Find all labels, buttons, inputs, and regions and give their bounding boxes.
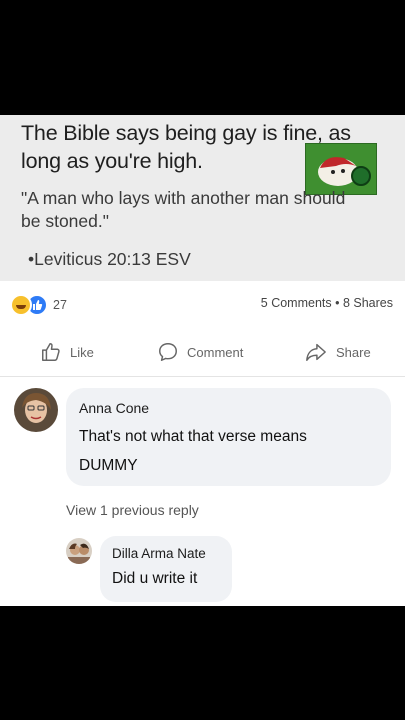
reply-text: Did u write it — [112, 570, 198, 587]
reactions-summary[interactable]: 27 — [10, 294, 67, 316]
share-label: Share — [336, 344, 371, 360]
post-quote: "A man who lays with another man should … — [21, 188, 346, 231]
comment-text: That's not what that verse means DUMMY — [79, 428, 307, 474]
comment-author[interactable]: Anna Cone — [79, 400, 149, 416]
comment-button[interactable]: Comment — [157, 341, 243, 363]
thumbs-up-icon — [42, 343, 60, 361]
reply-author[interactable]: Dilla Arma Nate — [112, 546, 206, 561]
reaction-count: 27 — [53, 298, 67, 312]
share-button[interactable]: Share — [304, 341, 371, 363]
comment-label: Comment — [187, 344, 244, 360]
share-arrow-icon — [306, 343, 326, 361]
comment-bubble[interactable]: Anna Cone That's not what that verse mea… — [66, 388, 391, 486]
post-actions: Like Comment Share — [0, 341, 405, 365]
post-citation: •Leviticus 20:13 ESV — [28, 249, 191, 269]
like-label: Like — [70, 344, 94, 360]
view-previous-replies-link[interactable]: View 1 previous reply — [66, 502, 199, 518]
black-bar-bottom — [0, 606, 405, 720]
avatar-dilla-icon — [66, 538, 92, 564]
like-button[interactable]: Like — [40, 341, 94, 363]
avatar-anna-icon — [14, 388, 58, 432]
comment-bubble-icon — [159, 343, 177, 361]
comments-shares-count[interactable]: 5 Comments • 8 Shares — [261, 296, 393, 310]
post-card: 27 5 Comments • 8 Shares Like Comment Sh… — [0, 281, 405, 606]
post-image: The Bible says being gay is fine, as lon… — [0, 115, 405, 281]
avatar[interactable] — [66, 538, 92, 564]
haha-reaction-icon — [10, 294, 32, 316]
avatar[interactable] — [14, 388, 58, 432]
reply-bubble[interactable]: Dilla Arma Nate Did u write it — [100, 536, 232, 602]
divider — [0, 376, 405, 377]
